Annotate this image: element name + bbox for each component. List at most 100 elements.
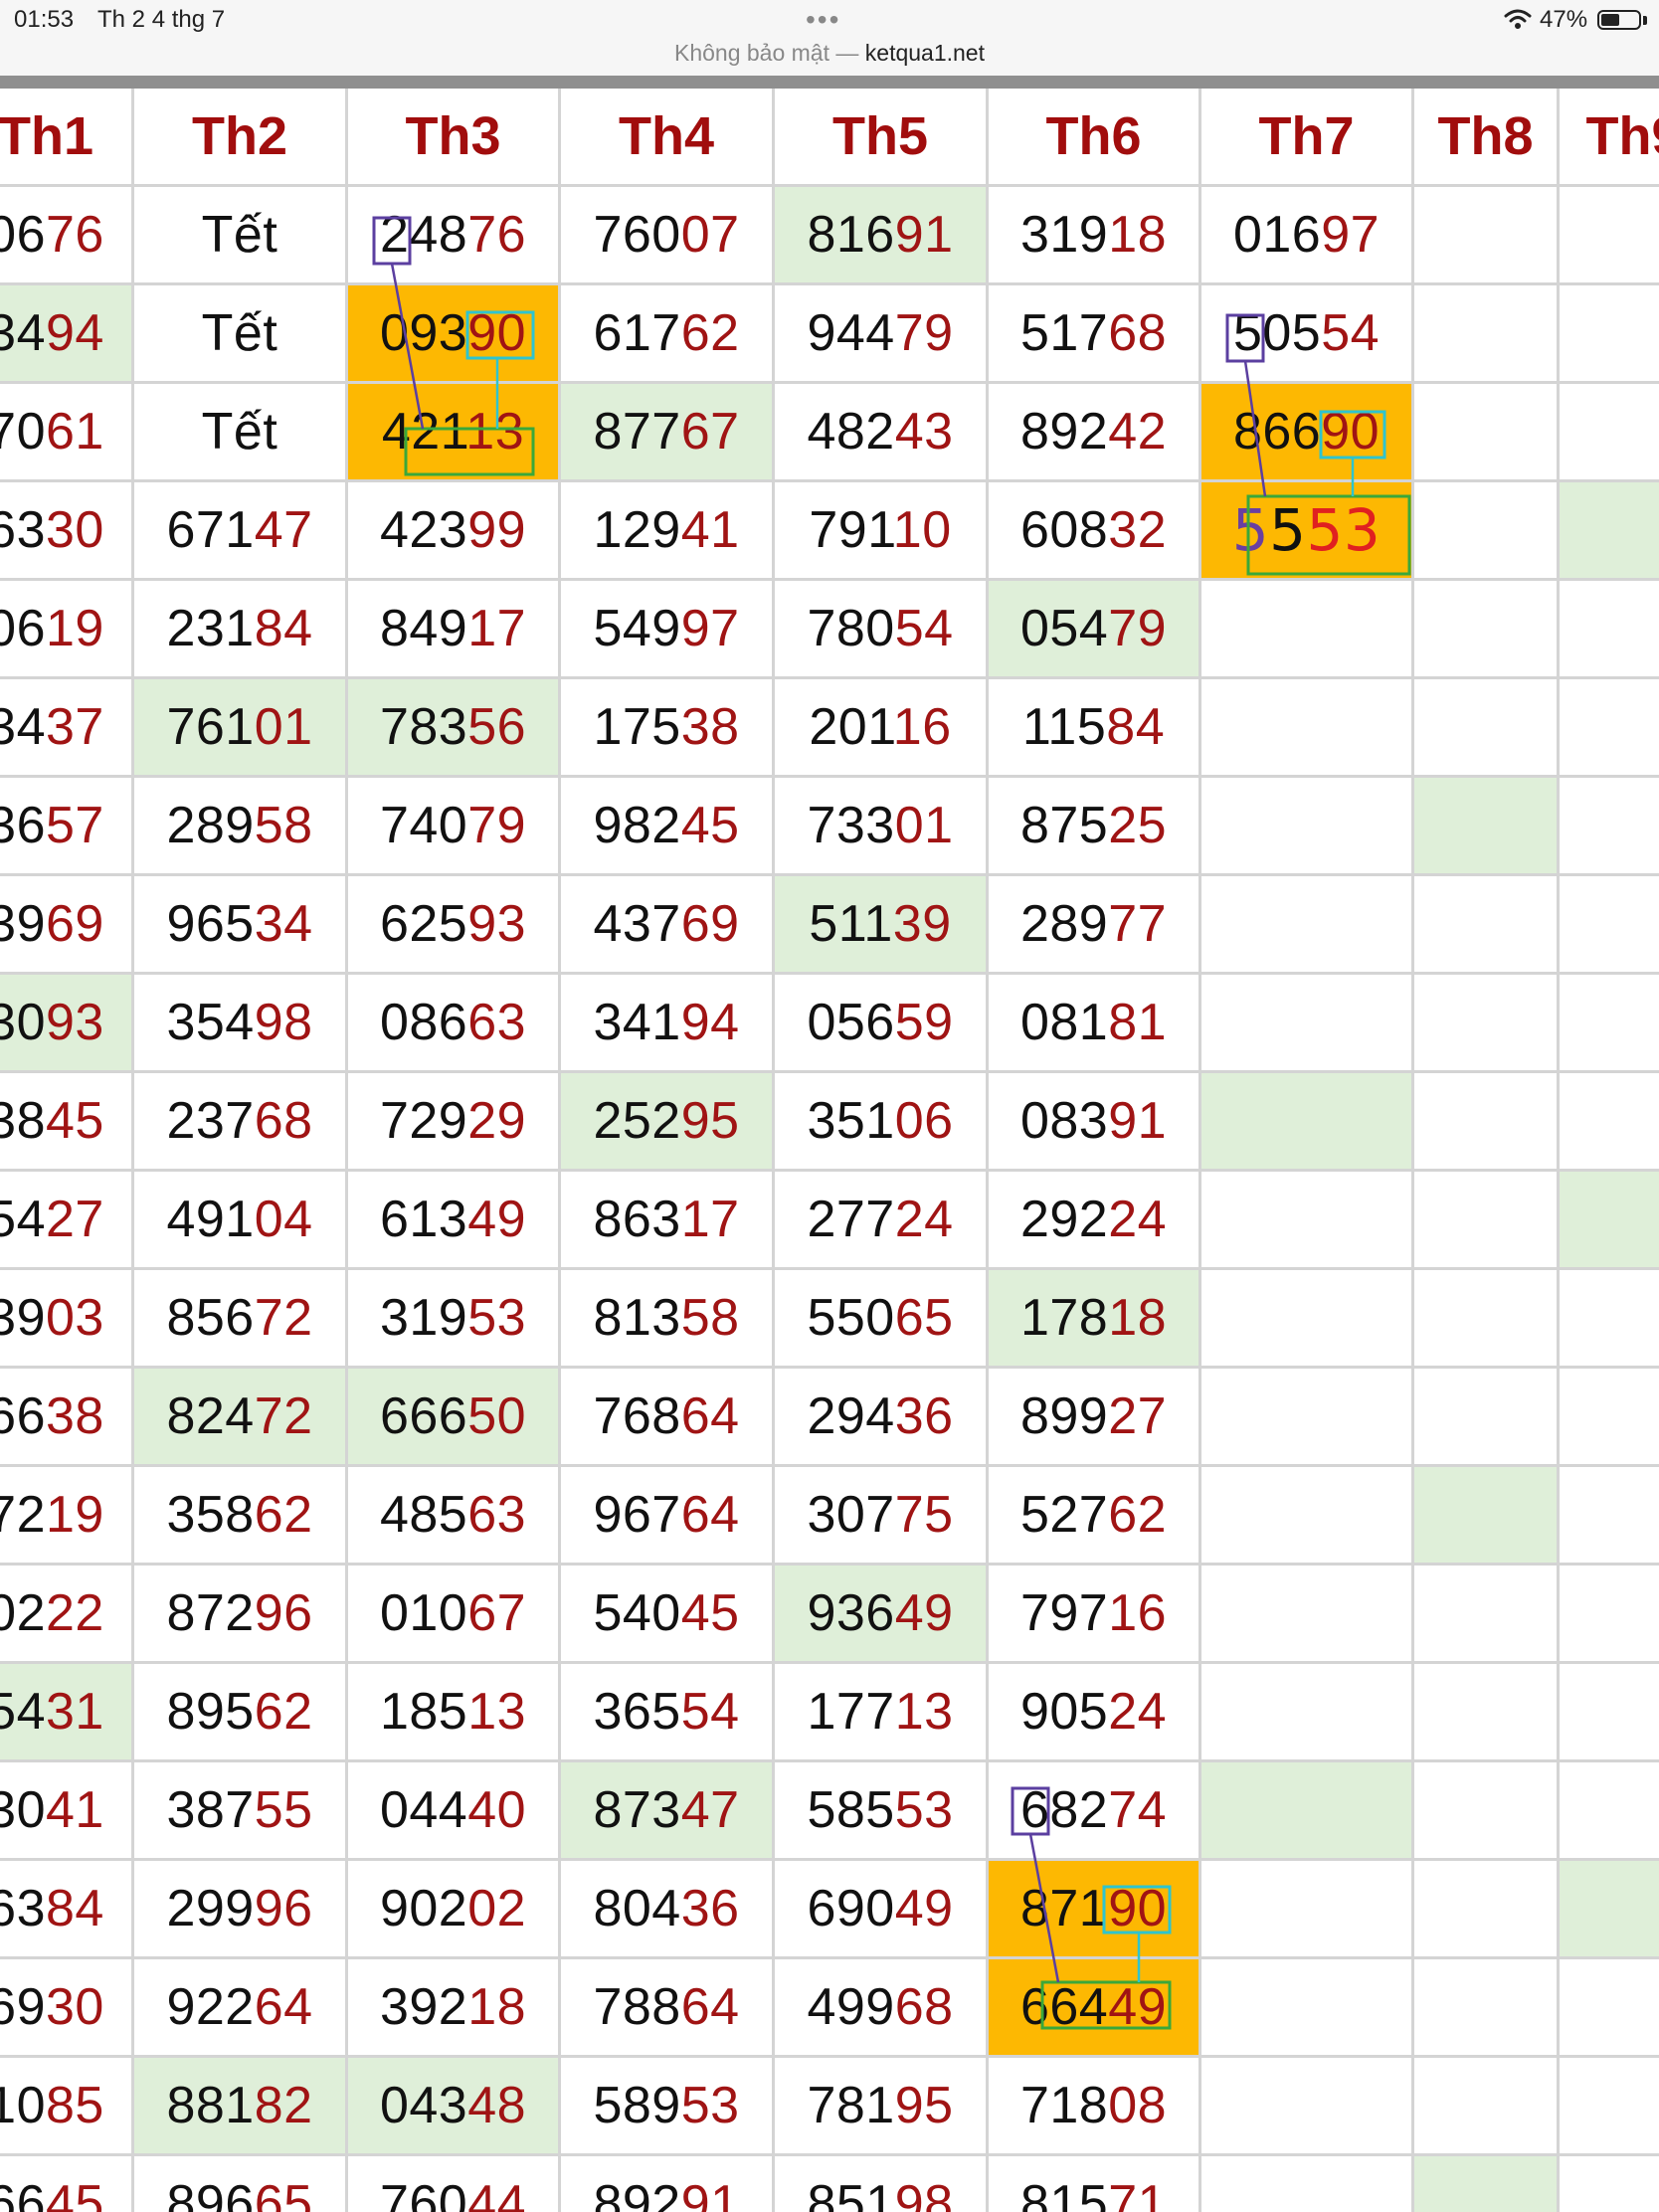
table-cell: 31953 [348,1270,561,1369]
status-bar: 01:53 Th 2 4 thg 7 ••• Không bảo mật — k… [0,0,1659,76]
table-cell: 78054 [775,581,989,679]
result-number: 66650 [379,1387,527,1445]
table-cell [1414,2156,1560,2212]
table-cell: 76864 [561,1369,775,1467]
result-number: 52762 [1019,1486,1168,1544]
column-header-label[interactable]: Th3 [348,105,558,167]
result-number: 08391 [1019,1092,1168,1150]
table-cell [1414,581,1560,679]
column-header-label[interactable]: Th6 [989,105,1198,167]
table-cell [1560,679,1659,778]
result-number: 48243 [807,403,954,461]
table-cell: 11584 [989,679,1201,778]
table-cell [1560,482,1659,581]
table-cell: 23768 [134,1073,348,1172]
table-cell [1560,1664,1659,1762]
result-number: 3093 [0,994,104,1051]
column-header-label[interactable]: Th5 [775,105,986,167]
result-number: 35862 [166,1486,313,1544]
column-header-label[interactable]: Th2 [134,105,345,167]
result-number: 5427 [0,1191,104,1248]
table-cell: 36554 [561,1664,775,1762]
table-cell: 68274 [989,1762,1201,1861]
table-cell [1201,1762,1414,1861]
table-cell: 50554 [1201,285,1414,384]
more-dots-icon[interactable]: ••• [806,4,840,36]
table-cell: 29996 [134,1861,348,1959]
result-number: 12941 [593,501,740,559]
table-cell [1201,1959,1414,2058]
table-cell [1201,1467,1414,1566]
table-cell: 5427 [0,1172,134,1270]
table-cell: Tết [134,384,348,482]
table-cell: 89242 [989,384,1201,482]
table-cell: 60832 [989,482,1201,581]
result-number: 31953 [379,1289,527,1347]
table-cell: 3437 [0,679,134,778]
result-number: 51768 [1019,304,1168,362]
result-number: 39218 [379,1978,527,2036]
table-cell [1414,1172,1560,1270]
table-cell [1414,1467,1560,1566]
result-number: 62593 [379,895,527,953]
table-cell: 43769 [561,876,775,975]
table-cell: 01067 [348,1566,561,1664]
result-number: 55065 [807,1289,954,1347]
result-number: 96764 [593,1486,740,1544]
table-cell: 81691 [775,187,989,285]
table-cell: 42113 [348,384,561,482]
results-table: Th1Th2Th3Th4Th5Th6Th7Th8Th9 0676 Tết 24876 7… [0,89,1659,2212]
table-cell: 86690 [1201,384,1414,482]
result-number: 3969 [0,895,104,953]
result-number: 68274 [1019,1781,1168,1839]
result-number: 28958 [166,797,313,854]
result-number: 94479 [807,304,954,362]
table-cell: 81358 [561,1270,775,1369]
table-cell: 79716 [989,1566,1201,1664]
result-number: 1085 [0,2077,104,2134]
table-cell [1560,975,1659,1073]
result-number: 3657 [0,797,104,854]
table-cell: 76044 [348,2156,561,2212]
address-bar[interactable]: Không bảo mật — ketqua1.net [0,40,1659,67]
table-cell [1201,2058,1414,2156]
table-cell [1414,778,1560,876]
table-cell: 3969 [0,876,134,975]
table-cell: 79110 [775,482,989,581]
result-number: 05659 [807,994,954,1051]
result-number: 29996 [166,1880,313,1937]
table-cell [1201,1073,1414,1172]
table-cell: 38755 [134,1762,348,1861]
column-header-label[interactable]: Th4 [561,105,772,167]
table-cell: 04440 [348,1762,561,1861]
table-cell [1201,1664,1414,1762]
result-number: 11584 [1021,698,1166,756]
column-header-label[interactable]: Th8 [1414,105,1557,167]
table-cell: 29436 [775,1369,989,1467]
table-cell [1414,975,1560,1073]
table-cell [1414,1566,1560,1664]
column-header-label[interactable]: Th9 [1560,105,1659,167]
result-number: 78195 [807,2077,954,2134]
table-cell: 20116 [775,679,989,778]
result-number: 89562 [166,1683,313,1741]
table-cell: 17538 [561,679,775,778]
table-cell: 23184 [134,581,348,679]
result-number: 51139 [809,895,952,953]
table-cell [1560,1073,1659,1172]
column-header-label[interactable]: Th7 [1201,105,1411,167]
table-cell: 6645 [0,2156,134,2212]
table-cell: 89927 [989,1369,1201,1467]
result-number: 27724 [807,1191,954,1248]
column-header-label[interactable]: Th1 [0,105,131,167]
table-cell [1560,1172,1659,1270]
result-number: 81691 [807,206,954,264]
table-cell: 78864 [561,1959,775,2058]
result-number: 35106 [807,1092,954,1150]
result-number: 28977 [1019,895,1168,953]
table-cell: 12941 [561,482,775,581]
result-number: 61349 [379,1191,527,1248]
table-cell: 76101 [134,679,348,778]
table-cell: 17713 [775,1664,989,1762]
table-cell: 48563 [348,1467,561,1566]
